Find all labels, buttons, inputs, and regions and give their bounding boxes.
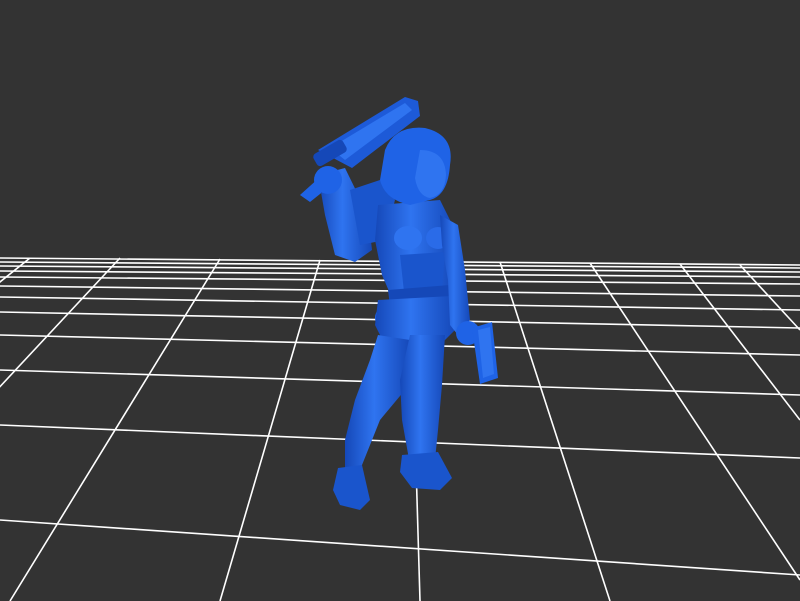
3d-viewport[interactable]: [0, 0, 800, 601]
right-leg: [400, 335, 445, 465]
3d-scene[interactable]: [0, 0, 800, 601]
chest-left: [394, 226, 422, 250]
right-boot: [400, 452, 452, 490]
left-leg: [345, 335, 410, 475]
warrior-figure-model[interactable]: [300, 97, 498, 510]
fist-raised: [314, 166, 342, 194]
left-boot: [333, 465, 370, 510]
